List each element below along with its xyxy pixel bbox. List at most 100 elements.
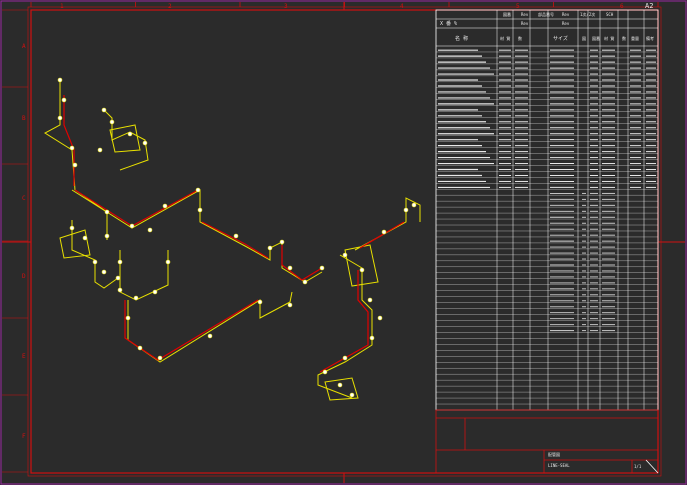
weld-marker [287,265,293,271]
flow-line-1 [74,189,199,227]
weld-marker [381,229,387,235]
header-top-5: 1次/2次 [580,11,595,17]
pipe-run-right-branch [354,197,421,251]
weld-marker [125,315,131,321]
weld-marker [92,259,98,265]
weld-marker [403,207,409,213]
weld-marker [104,233,110,239]
header-left-label: X 番 % [440,20,457,27]
weld-marker [101,269,107,275]
flow-line-7 [281,245,323,281]
weld-marker [337,382,343,388]
col-material2: 材 質 [604,35,614,41]
parts-table-grid [436,10,658,410]
weld-marker [322,369,328,375]
pipe-run-center [119,250,169,301]
weld-marker [302,279,308,285]
flow-line-5 [359,221,405,249]
weld-marker [287,302,293,308]
drawing-number: LINE-SEAL [548,463,570,468]
flow-line-6 [63,95,75,186]
col-fig: 図 [582,36,586,41]
weld-marker [97,147,103,153]
pipe-run-main [71,189,323,283]
weld-marker [165,259,171,265]
weld-marker [162,203,168,209]
weld-marker [82,235,88,241]
weld-marker [147,227,153,233]
col-qty2: 数 [622,35,626,41]
weld-marker [137,345,143,351]
weld-marker [319,265,325,271]
ruler-left-label: C [22,195,26,202]
weld-marker [359,267,365,273]
pipe-run-left-lower [71,220,119,289]
weld-marker [367,297,373,303]
weld-marker [142,140,148,146]
weld-marker [342,355,348,361]
weld-marker [342,252,348,258]
drawing-title: 配管図 [548,451,560,457]
col-weight: 重量 [631,35,639,41]
weld-marker [61,97,67,103]
sheet-size-label: A2 [645,2,653,10]
header-top-3: 部品番号 [538,11,554,17]
parts-table: X 番 % 図番 Rev 部品番号 Rev 1次/2次 SCH Rev Rev … [435,9,659,411]
weld-marker [207,333,213,339]
weld-marker [69,225,75,231]
ruler-top-label: 4 [400,3,404,10]
weld-marker [69,145,75,151]
ruler-left-label: E [22,353,26,360]
parts-table-header: X 番 % 図番 Rev 部品番号 Rev 1次/2次 SCH Rev Rev … [440,11,654,42]
title-block [435,409,659,474]
weld-marker [104,209,110,215]
ruler-top-label: 2 [168,3,172,10]
outer-frame [0,0,687,485]
pipe-run-right [317,254,373,399]
weld-marker [349,392,355,398]
weld-marker [117,259,123,265]
valve-assembly-2 [59,229,91,259]
left-ruler: A B C D E F [2,9,28,473]
flow-line-2 [201,221,269,259]
weld-marker [267,245,273,251]
weld-marker [133,295,139,301]
flow-line-3 [124,299,259,361]
weld-marker [57,77,63,83]
weld-marker [117,287,123,293]
weld-marker [411,202,417,208]
ruler-top-label: 3 [284,3,288,10]
header-row2-1: Rev [521,21,529,26]
pipe-run-left [44,80,108,240]
pipe-run-top-branch [103,109,149,171]
col-qty: 数 [518,35,522,41]
weld-marker [57,115,63,121]
sheet-number: 1/1 [634,464,642,469]
ruler-left-label: F [22,433,26,440]
weld-marker [115,275,121,281]
ruler-left-label: A [22,43,26,50]
weld-marker [157,355,163,361]
col-size: サイズ [553,35,568,42]
weld-marker [101,107,107,113]
weld-marker [257,299,263,305]
weld-marker [279,239,285,245]
weld-marker [197,207,203,213]
header-top-4: Rev [562,12,570,17]
weld-marker [127,131,133,137]
ruler-top-label: 5 [516,3,520,10]
weld-marker [109,119,115,125]
col-remarks: 備考 [646,35,654,41]
weld-marker [233,233,239,239]
weld-marker [129,223,135,229]
ruler-top-label: 6 [620,3,624,10]
pipe-run-bottom [127,291,293,363]
title-block-frame [435,409,659,474]
col-material: 材 質 [500,35,510,41]
col-dwg: 図番 [592,35,600,41]
header-row2-2: Rev [562,21,570,26]
col-name: 名 称 [455,35,468,42]
header-top-6: SCH [606,12,614,17]
ruler-top-label: 1 [60,3,64,10]
weld-marker [369,335,375,341]
